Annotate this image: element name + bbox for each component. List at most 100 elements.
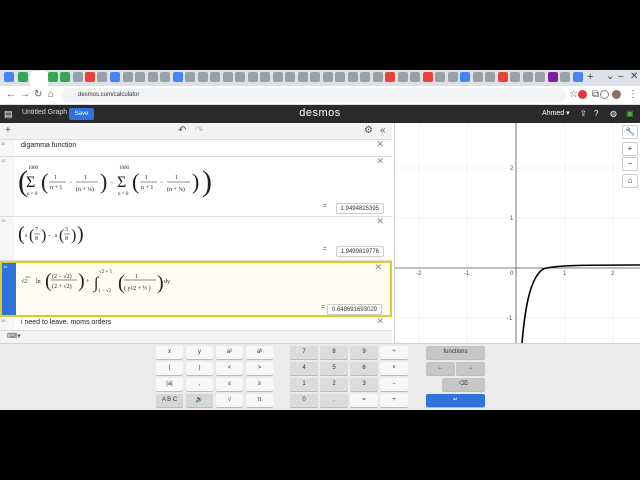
expression-item[interactable]: 11 digamma function ✕ (0, 140, 392, 157)
tab-favicon[interactable] (198, 72, 208, 82)
key-plus[interactable]: + (380, 394, 408, 407)
key-3[interactable]: 3 (350, 378, 378, 391)
delete-expression-icon[interactable]: ✕ (376, 216, 384, 227)
delete-expression-icon[interactable]: ✕ (376, 316, 384, 327)
extension-icon[interactable] (578, 90, 587, 99)
tab-favicon[interactable] (85, 72, 95, 82)
accessibility-icon[interactable]: ▣ (626, 109, 634, 118)
tab-favicon[interactable] (560, 72, 570, 82)
tab-favicon[interactable] (398, 72, 408, 82)
share-icon[interactable]: ⇪ (580, 109, 587, 118)
tab-favicon[interactable] (285, 72, 295, 82)
key-y[interactable]: y (186, 346, 213, 359)
key-5[interactable]: 5 (320, 362, 348, 375)
undo-icon[interactable]: ↶ (178, 125, 186, 136)
key-square[interactable]: a² (216, 346, 243, 359)
expression-item[interactable]: 13 ( s ( 7 8 ) − s ( 3 8 ) ) = 1.949981977… (0, 216, 392, 261)
tab-favicon[interactable] (485, 72, 495, 82)
delete-expression-icon[interactable]: ✕ (376, 140, 384, 150)
tab-favicon[interactable] (335, 72, 345, 82)
wrench-icon[interactable]: 🔧 (622, 125, 638, 139)
key-multiply[interactable]: × (380, 362, 408, 375)
backspace-key-icon[interactable]: ⌫ (442, 378, 485, 391)
delete-expression-icon[interactable]: ✕ (376, 156, 384, 167)
tab-favicon[interactable] (110, 72, 120, 82)
key-x[interactable]: x (156, 346, 183, 359)
key-abc[interactable]: A B C (156, 394, 183, 407)
close-window-icon[interactable]: ✕ (630, 71, 638, 82)
key-equals[interactable]: = (350, 394, 378, 407)
bookmark-star-icon[interactable]: ☆ (569, 89, 578, 100)
tab-favicon[interactable] (210, 72, 220, 82)
graph-title[interactable]: Untitled Graph (22, 109, 67, 116)
redo-icon[interactable]: ↷ (195, 125, 203, 136)
new-tab-icon[interactable]: + (587, 71, 593, 83)
menu-kebab-icon[interactable]: ⋮ (628, 89, 638, 100)
tab-favicon[interactable] (548, 72, 558, 82)
help-icon[interactable]: ? (594, 109, 598, 118)
expression-item[interactable]: 12 ( 1000 Σ n = 0 ( 1 n + 1 − 1 (n + ⅛) ) … (0, 156, 392, 217)
key-2[interactable]: 2 (320, 378, 348, 391)
save-button[interactable]: Save (69, 108, 94, 120)
minimize-icon[interactable]: – (618, 71, 624, 82)
tab-favicon[interactable] (135, 72, 145, 82)
tab-favicon[interactable] (435, 72, 445, 82)
url-bar[interactable]: desmos.com/calculator (61, 88, 566, 102)
key-0[interactable]: 0 (290, 394, 318, 407)
tab-favicon[interactable] (160, 72, 170, 82)
tab-favicon[interactable] (185, 72, 195, 82)
tab-favicon[interactable] (97, 72, 107, 82)
back-icon[interactable]: ← (6, 89, 16, 100)
key-open-paren[interactable]: ( (156, 362, 183, 375)
tab-active[interactable] (30, 71, 48, 86)
profile-avatar[interactable] (612, 90, 621, 99)
key-6[interactable]: 6 (350, 362, 378, 375)
key-less-than[interactable]: < (216, 362, 243, 375)
key-greater-equal[interactable]: ≥ (246, 378, 273, 391)
key-1[interactable]: 1 (290, 378, 318, 391)
tab-favicon[interactable] (18, 72, 28, 82)
home-icon[interactable]: ⌂ (48, 89, 54, 100)
tab-favicon[interactable] (510, 72, 520, 82)
tab-favicon[interactable] (73, 72, 83, 82)
left-arrow-key-icon[interactable]: ← (426, 362, 455, 375)
key-8[interactable]: 8 (320, 346, 348, 359)
keyboard-toggle-icon[interactable]: ⌨▾ (7, 332, 21, 340)
tab-favicon[interactable] (148, 72, 158, 82)
tab-favicon[interactable] (123, 72, 133, 82)
tab-favicon[interactable] (348, 72, 358, 82)
key-greater-than[interactable]: > (246, 362, 273, 375)
tab-favicon[interactable] (473, 72, 483, 82)
zoom-out-button[interactable]: − (622, 157, 638, 171)
key-4[interactable]: 4 (290, 362, 318, 375)
functions-button[interactable]: functions (426, 346, 485, 359)
tab-favicon[interactable] (173, 72, 183, 82)
tab-favicon[interactable] (423, 72, 433, 82)
tab-favicon[interactable] (260, 72, 270, 82)
tab-favicon[interactable] (360, 72, 370, 82)
tab-favicon[interactable] (573, 72, 583, 82)
key-divide[interactable]: ÷ (380, 346, 408, 359)
tab-favicon[interactable] (410, 72, 420, 82)
settings-gear-icon[interactable]: ⚙ (364, 125, 373, 136)
add-expression-icon[interactable]: + (5, 125, 11, 136)
key-9[interactable]: 9 (350, 346, 378, 359)
tab-favicon[interactable] (373, 72, 383, 82)
tab-favicon[interactable] (4, 72, 14, 82)
key-pi[interactable]: π (246, 394, 273, 407)
right-arrow-key-icon[interactable]: → (456, 362, 485, 375)
delete-expression-icon[interactable]: ✕ (374, 262, 382, 273)
tab-favicon[interactable] (460, 72, 470, 82)
graph-paper[interactable]: -2 -1 0 1 2 2 1 -1 (394, 123, 640, 344)
tab-favicon[interactable] (310, 72, 320, 82)
tab-favicon[interactable] (385, 72, 395, 82)
tab-favicon[interactable] (323, 72, 333, 82)
key-comma[interactable]: , (186, 378, 213, 391)
key-less-equal[interactable]: ≤ (216, 378, 243, 391)
function-curve[interactable] (521, 264, 640, 344)
key-sqrt[interactable]: √ (216, 394, 243, 407)
key-audio-icon[interactable]: 🔊 (186, 394, 213, 407)
enter-key-icon[interactable]: ↵ (426, 394, 485, 407)
language-icon[interactable]: ◍ (610, 109, 617, 118)
reload-icon[interactable]: ↻ (34, 89, 42, 100)
